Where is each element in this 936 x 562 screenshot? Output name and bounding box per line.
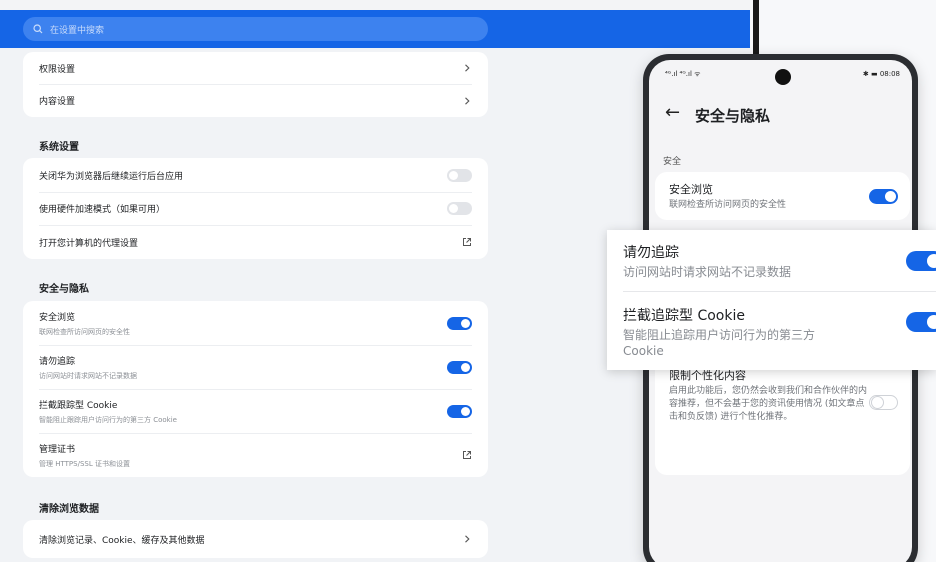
manage-certificates-row[interactable]: 管理证书 管理 HTTPS/SSL 证书和设置 — [23, 433, 488, 477]
row-label: 清除浏览记录、Cookie、缓存及其他数据 — [39, 535, 205, 546]
search-input[interactable]: 在设置中搜索 — [23, 17, 488, 41]
row-description: 访问网站时请求网站不记录数据 — [39, 371, 137, 380]
safe-browsing-toggle[interactable] — [447, 316, 472, 330]
safe-browsing-card: 安全浏览 联网检查所访问网页的安全性 — [655, 172, 910, 220]
row-label: 请勿追踪 — [39, 356, 76, 367]
row-label: 关闭华为浏览器后继续运行后台应用 — [39, 171, 184, 182]
clear-data-title: 清除浏览数据 — [39, 504, 99, 515]
chevron-right-icon — [465, 96, 470, 105]
back-arrow-icon[interactable]: ← — [665, 104, 680, 122]
clear-data-card: 清除浏览记录、Cookie、缓存及其他数据 — [23, 520, 488, 558]
row-label: 内容设置 — [39, 97, 76, 107]
content-settings-row[interactable]: 内容设置 — [23, 84, 488, 117]
safe-browsing-row: 安全浏览 联网检查所访问网页的安全性 — [23, 301, 488, 345]
safe-browsing-title: 安全浏览 — [669, 183, 713, 196]
block-tracking-cookie-toggle[interactable] — [447, 404, 472, 418]
do-not-track-toggle[interactable] — [906, 251, 936, 271]
chevron-right-icon — [465, 64, 470, 72]
do-not-track-toggle[interactable] — [447, 360, 472, 374]
row-label: 管理证书 — [39, 444, 76, 455]
row-label: 权限设置 — [39, 64, 76, 75]
background-apps-toggle[interactable] — [447, 168, 472, 182]
callout-title: 请勿追踪 — [623, 245, 679, 261]
section-label: 安全 — [663, 157, 682, 167]
callout-title: 拦截追踪型 Cookie — [623, 308, 745, 324]
cable — [753, 0, 759, 55]
callout-do-not-track: 请勿追踪 访问网站时请求网站不记录数据 — [623, 242, 936, 280]
callout-subtitle: 访问网站时请求网站不记录数据 — [623, 265, 792, 279]
external-link-icon[interactable] — [462, 450, 472, 460]
block-cookie-toggle[interactable] — [906, 312, 936, 332]
system-settings-title: 系统设置 — [39, 142, 79, 153]
search-header: 在设置中搜索 — [0, 10, 750, 48]
zoom-callout: 请勿追踪 访问网站时请求网站不记录数据 拦截追踪型 Cookie 智能阻止追踪用… — [607, 230, 936, 370]
search-placeholder: 在设置中搜索 — [50, 25, 105, 36]
proxy-settings-row[interactable]: 打开您计算机的代理设置 — [23, 225, 488, 259]
content-card: 权限设置 内容设置 — [23, 52, 488, 117]
window-top-strip — [0, 0, 750, 10]
external-link-icon[interactable] — [462, 237, 472, 247]
row-label: 拦截跟踪型 Cookie — [39, 400, 118, 411]
background-apps-row: 关闭华为浏览器后继续运行后台应用 — [23, 158, 488, 192]
status-battery-time: ✱ ▬ 08:08 — [862, 70, 900, 78]
hardware-acceleration-toggle[interactable] — [447, 202, 472, 215]
camera-icon — [775, 69, 791, 85]
personalize-card: 限制个性化内容 启用此功能后，您仍然会收到我们和合作伙伴的内容推荐，但不会基于您… — [655, 355, 910, 475]
page-title: 安全与隐私 — [695, 107, 771, 125]
chevron-right-icon — [465, 535, 470, 543]
personalize-subtitle: 启用此功能后，您仍然会收到我们和合作伙伴的内容推荐，但不会基于您的资讯使用情况 … — [669, 386, 868, 422]
callout-block-cookie: 拦截追踪型 Cookie 智能阻止追踪用户访问行为的第三方 Cookie — [623, 305, 843, 359]
row-label: 打开您计算机的代理设置 — [39, 238, 139, 249]
clear-browsing-data-row[interactable]: 清除浏览记录、Cookie、缓存及其他数据 — [23, 520, 488, 558]
row-description: 智能阻止跟踪用户访问行为的第三方 Cookie — [39, 415, 177, 424]
safe-browsing-toggle[interactable] — [869, 189, 898, 204]
safe-browsing-subtitle: 联网检查所访问网页的安全性 — [669, 200, 787, 210]
status-bar: ⁴ᴳ.ıl ⁴ᴳ.ıl ᯤ ✱ ▬ 08:08 — [649, 60, 912, 88]
callout-subtitle: 智能阻止追踪用户访问行为的第三方 Cookie — [623, 328, 816, 358]
row-label: 安全浏览 — [39, 312, 76, 323]
signal-indicators: ⁴ᴳ.ıl ⁴ᴳ.ıl ᯤ — [665, 70, 701, 78]
block-tracking-cookie-row: 拦截跟踪型 Cookie 智能阻止跟踪用户访问行为的第三方 Cookie — [23, 389, 488, 433]
row-description: 管理 HTTPS/SSL 证书和设置 — [39, 459, 130, 468]
privacy-title: 安全与隐私 — [39, 284, 89, 295]
personalize-toggle[interactable] — [869, 395, 898, 410]
divider — [623, 291, 936, 292]
hardware-acceleration-row: 使用硬件加速模式（如果可用） — [23, 192, 488, 225]
permission-settings-row[interactable]: 权限设置 — [23, 52, 488, 84]
do-not-track-row: 请勿追踪 访问网站时请求网站不记录数据 — [23, 345, 488, 389]
row-description: 联网检查所访问网页的安全性 — [39, 327, 130, 336]
search-icon — [33, 24, 43, 34]
row-label: 使用硬件加速模式（如果可用） — [39, 205, 166, 215]
system-settings-card: 关闭华为浏览器后继续运行后台应用 使用硬件加速模式（如果可用） 打开您计算机的代… — [23, 158, 488, 259]
privacy-card: 安全浏览 联网检查所访问网页的安全性 请勿追踪 访问网站时请求网站不记录数据 拦… — [23, 301, 488, 477]
